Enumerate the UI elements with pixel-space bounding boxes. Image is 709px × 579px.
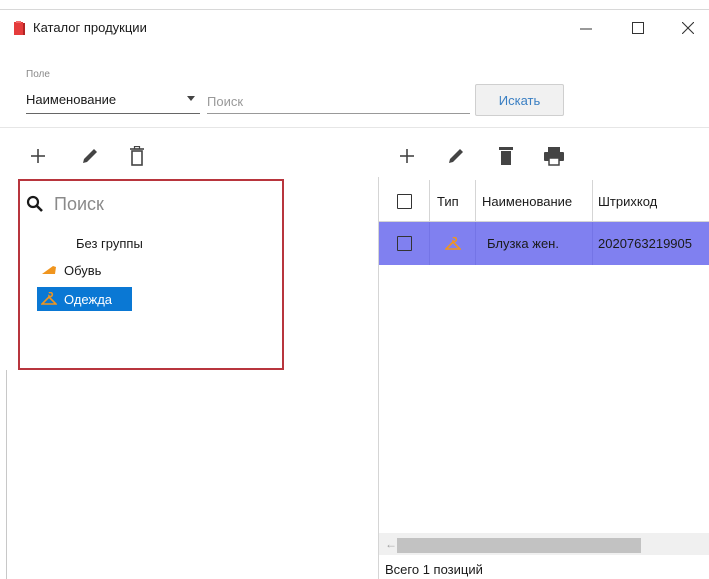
search-field[interactable] [207,88,470,114]
select-all-checkbox[interactable] [396,193,412,209]
tree-item-shoes[interactable]: Обувь [41,258,161,282]
status-total: Всего 1 позиций [385,562,483,577]
tree-search[interactable] [26,190,266,218]
caret-down-icon [187,96,195,101]
maximize-button[interactable] [615,10,661,45]
hanger-icon [444,236,461,250]
row-barcode-cell: 2020763219905 [598,236,692,251]
top-edge [0,0,709,10]
horizontal-scrollbar[interactable]: ← [379,533,709,555]
tree-item-clothes[interactable]: Одежда [37,287,132,311]
title-bar[interactable]: Каталог продукции [0,10,709,45]
printer-icon [544,147,564,166]
edit-group-button[interactable] [76,142,104,170]
tree-search-input[interactable] [54,191,254,217]
delete-group-button[interactable] [123,142,151,170]
column-header-type[interactable]: Тип [430,180,476,222]
plus-icon [400,149,414,163]
app-window: Каталог продукции Поле Наименование Иска… [0,0,709,579]
pencil-icon [449,149,463,163]
trash-filled-icon [499,147,513,165]
tree-item-label: Обувь [64,262,102,278]
print-button[interactable] [540,142,568,170]
table-header: Тип Наименование Штрихкод [379,180,709,222]
plus-icon [31,149,45,163]
search-icon [26,195,43,212]
edit-product-button[interactable] [442,142,470,170]
products-table: Тип Наименование Штрихкод Блузка жен. 20… [379,180,709,530]
field-select-value: Наименование [26,92,117,107]
row-type-cell [430,222,476,265]
window-title: Каталог продукции [33,20,147,35]
scroll-left-icon[interactable]: ← [385,537,397,551]
field-label: Поле [26,69,50,80]
hanger-icon [41,291,57,307]
app-logo-icon [14,21,25,35]
scrollbar-thumb[interactable] [397,538,641,553]
minimize-button[interactable] [563,10,609,45]
minimize-icon [580,28,592,29]
trash-outline-icon [130,146,144,166]
panel-border [6,370,7,579]
row-checkbox[interactable] [396,236,412,251]
search-button[interactable]: Искать [475,84,564,116]
table-row[interactable]: Блузка жен. 2020763219905 [379,222,709,265]
close-button[interactable] [665,10,709,45]
form-divider [0,127,709,128]
pencil-icon [83,149,97,163]
tree-item-label: Без группы [76,235,143,251]
column-header-barcode[interactable]: Штрихкод [593,180,709,222]
tree-item-label: Одежда [64,291,113,307]
maximize-icon [632,21,644,34]
row-name-cell: Блузка жен. [476,222,593,265]
tree-item-no-group[interactable]: Без группы [76,231,196,255]
column-header-name[interactable]: Наименование [476,180,593,222]
field-select[interactable]: Наименование [26,88,200,114]
close-icon [682,21,694,34]
delete-product-button[interactable] [492,142,520,170]
select-all-cell [379,180,430,222]
row-checkbox-cell [379,222,430,265]
search-input[interactable] [207,88,470,112]
add-group-button[interactable] [24,142,52,170]
add-product-button[interactable] [393,142,421,170]
shoe-icon [41,262,57,278]
